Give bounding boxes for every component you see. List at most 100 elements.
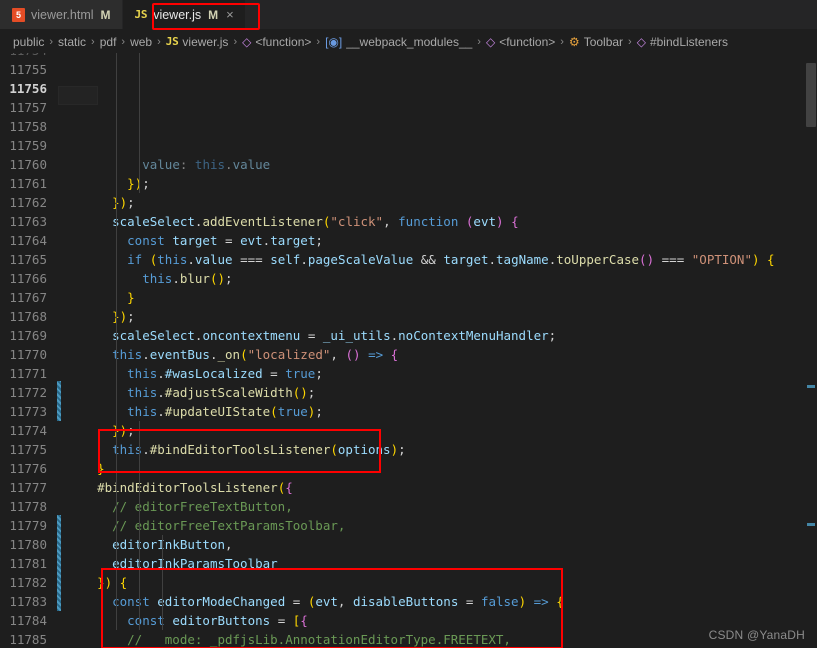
line-number: 11760 xyxy=(9,157,47,172)
code-line[interactable]: this.blur(); xyxy=(82,269,817,288)
code-line[interactable]: }); xyxy=(82,307,817,326)
line-number: 11777 xyxy=(9,480,47,495)
close-icon[interactable]: × xyxy=(226,7,234,22)
chevron-right-icon: › xyxy=(49,35,54,48)
line-number: 11770 xyxy=(9,347,47,362)
js-icon: JS xyxy=(165,35,179,48)
line-number: 11762 xyxy=(9,195,47,210)
overview-ruler-mark xyxy=(807,523,815,526)
code-line[interactable]: const editorModeChanged = (evt, disableB… xyxy=(82,592,817,611)
breadcrumb-item-toolbar[interactable]: ⚙ Toolbar xyxy=(569,35,623,49)
line-number: 11772 xyxy=(9,385,47,400)
code-line[interactable]: this.#adjustScaleWidth(); xyxy=(82,383,817,402)
code-line[interactable]: const editorButtons = [{ xyxy=(82,611,817,630)
tab-label: viewer.html xyxy=(31,7,94,22)
breadcrumb-item-static[interactable]: static xyxy=(58,35,86,49)
line-number: 11764 xyxy=(9,233,47,248)
editor-scrollbar[interactable] xyxy=(804,53,817,648)
code-line[interactable]: }); xyxy=(82,193,817,212)
class-symbol-icon: ⚙ xyxy=(568,34,580,49)
line-number: 11782 xyxy=(9,575,47,590)
breadcrumb-item-viewer-js[interactable]: JS viewer.js xyxy=(166,35,229,49)
indent-guide xyxy=(162,535,163,630)
watermark: CSDN @YanaDH xyxy=(708,628,805,642)
code-line[interactable]: this.#wasLocalized = true; xyxy=(82,364,817,383)
chevron-right-icon: › xyxy=(233,35,238,48)
breadcrumb-item-bindlisteners[interactable]: ◇ #bindListeners xyxy=(637,35,728,49)
code-line[interactable]: this.#bindEditorToolsListener(options); xyxy=(82,440,817,459)
line-number: 11765 xyxy=(9,252,47,267)
tab-modified-badge: M xyxy=(100,7,111,22)
source-code-lines[interactable]: value: this.value }); }); scaleSelect.ad… xyxy=(80,53,817,648)
line-number: 11767 xyxy=(9,290,47,305)
code-line[interactable]: }); xyxy=(82,174,817,193)
code-content[interactable]: 11754 11755 11756 11757 11758 11759 11760 11761… xyxy=(0,53,817,648)
fold-gutter[interactable] xyxy=(62,53,80,648)
code-line[interactable]: }) { xyxy=(82,573,817,592)
chevron-right-icon: › xyxy=(628,35,632,48)
code-line[interactable]: editorInkButton, xyxy=(82,535,817,554)
indent-guide xyxy=(116,53,117,630)
line-number: 11755 xyxy=(9,62,47,77)
code-line[interactable]: scaleSelect.oncontextmenu = _ui_utils.no… xyxy=(82,326,817,345)
breadcrumb-item-function-2[interactable]: ◇ <function> xyxy=(486,35,555,49)
code-line[interactable]: value: this.value xyxy=(82,155,817,174)
code-line[interactable]: // editorFreeTextButton, xyxy=(82,497,817,516)
code-editor[interactable]: 11754 11755 11756 11757 11758 11759 11760 11761… xyxy=(0,53,817,648)
editor-tab-bar: 5 viewer.html M JS viewer.js M × xyxy=(0,0,817,30)
cube-symbol-icon: ◇ xyxy=(485,34,496,49)
code-line[interactable]: editorInkParamsToolbar xyxy=(82,554,817,573)
chevron-right-icon: › xyxy=(157,35,161,48)
tab-viewer-js[interactable]: JS viewer.js M × xyxy=(122,0,246,29)
cube-symbol-icon: ◇ xyxy=(636,34,646,49)
code-line[interactable]: this.eventBus._on("localized", () => { xyxy=(82,345,817,364)
code-line[interactable]: if (this.value === self.pageScaleValue &… xyxy=(82,250,817,269)
line-number: 11771 xyxy=(9,366,47,381)
code-line[interactable]: } xyxy=(82,459,817,478)
line-number: 11766 xyxy=(9,271,47,286)
scrollbar-thumb[interactable] xyxy=(806,63,816,127)
breadcrumb-item-web[interactable]: web xyxy=(130,35,152,49)
line-number: 11758 xyxy=(9,119,47,134)
diff-modified-marker xyxy=(57,381,61,421)
code-line[interactable]: // editorFreeTextParamsToolbar, xyxy=(82,516,817,535)
chevron-right-icon: › xyxy=(91,35,95,48)
chevron-right-icon: › xyxy=(477,35,481,48)
diff-decoration-gutter xyxy=(56,53,62,648)
code-line[interactable]: #bindEditorToolsListener({ xyxy=(82,478,817,497)
line-number: 11785 xyxy=(9,632,47,647)
line-number: 11776 xyxy=(9,461,47,476)
line-number: 11761 xyxy=(9,176,47,191)
line-number: 11784 xyxy=(9,613,47,628)
tab-label: viewer.js xyxy=(153,7,202,22)
chevron-right-icon: › xyxy=(560,35,564,48)
code-line[interactable]: this.#updateUIState(true); xyxy=(82,402,817,421)
breadcrumb-item-public[interactable]: public xyxy=(13,35,44,49)
line-number: 11763 xyxy=(9,214,47,229)
code-line[interactable]: scaleSelect.addEventListener("click", fu… xyxy=(82,212,817,231)
line-number: 11780 xyxy=(9,537,47,552)
breadcrumb-item-webpack-modules[interactable]: [◉] __webpack_modules__ xyxy=(325,35,472,49)
line-number: 11774 xyxy=(9,423,47,438)
code-line[interactable]: }); xyxy=(82,421,817,440)
tab-modified-badge: M xyxy=(208,7,219,22)
breadcrumb-item-pdf[interactable]: pdf xyxy=(100,35,117,49)
tab-bar-empty-space xyxy=(245,0,817,29)
breadcrumb-item-function-1[interactable]: ◇ <function> xyxy=(242,35,311,49)
line-number: 11778 xyxy=(9,499,47,514)
line-number: 11756 xyxy=(9,81,47,96)
html5-icon: 5 xyxy=(12,7,25,22)
code-line[interactable]: } xyxy=(82,288,817,307)
line-number: 11754 xyxy=(0,53,47,60)
code-line[interactable]: const target = evt.target; xyxy=(82,231,817,250)
overview-ruler-mark xyxy=(807,385,815,388)
code-line[interactable]: // mode: _pdfjsLib.AnnotationEditorType.… xyxy=(82,630,817,648)
tab-viewer-html[interactable]: 5 viewer.html M xyxy=(0,0,123,29)
js-icon: JS xyxy=(134,8,148,21)
line-number: 11769 xyxy=(9,328,47,343)
line-number: 11783 xyxy=(9,594,47,609)
line-number: 11775 xyxy=(9,442,47,457)
indent-guide xyxy=(139,421,140,630)
cube-symbol-icon: ◇ xyxy=(242,34,252,49)
line-number: 11768 xyxy=(9,309,47,324)
